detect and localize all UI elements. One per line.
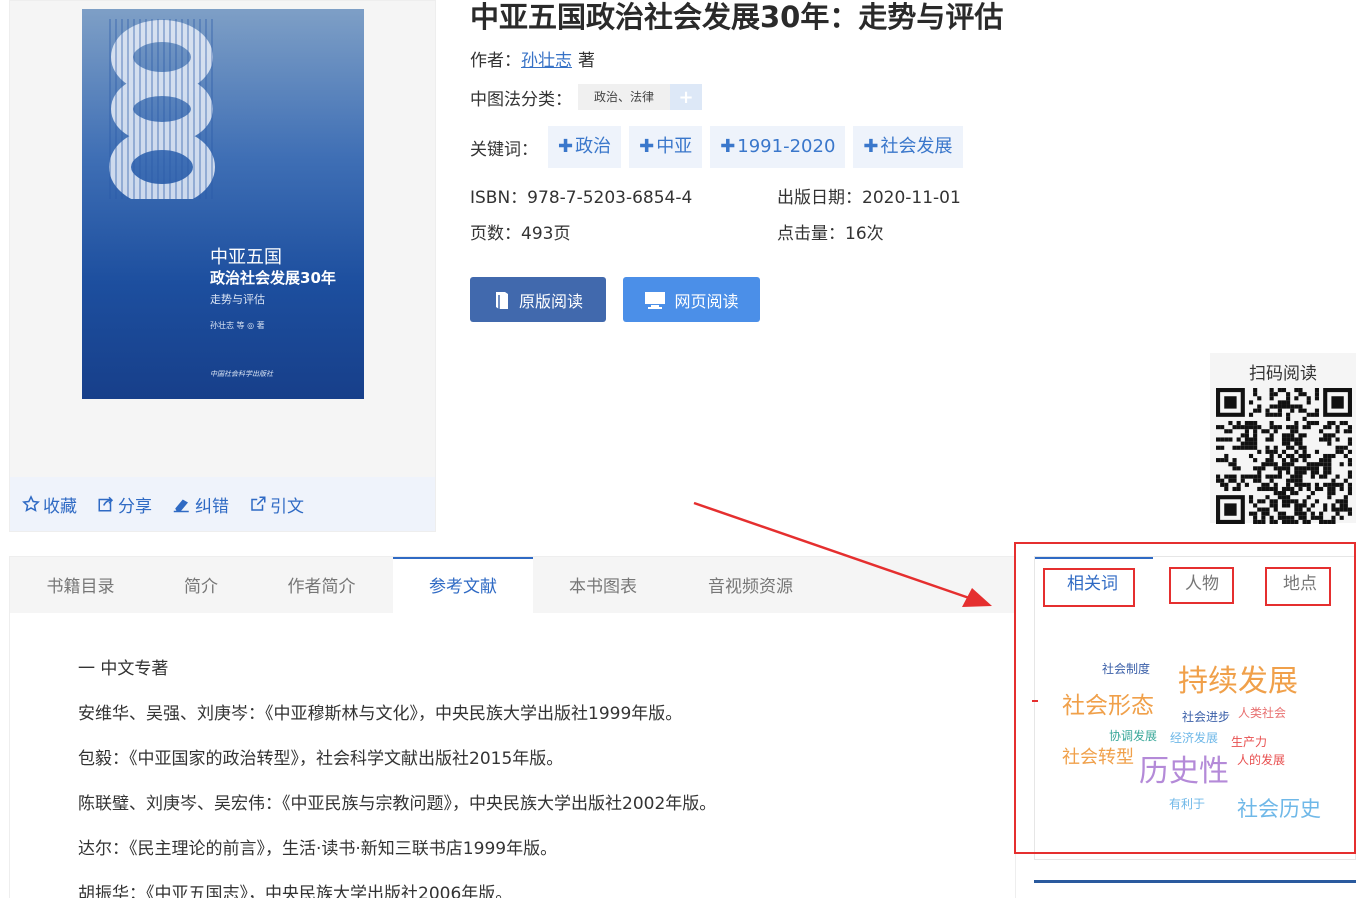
plus-icon: ✚ — [863, 136, 879, 157]
tab-bar: 书籍目录 简介 作者简介 参考文献 本书图表 音视频资源 — [10, 557, 1015, 613]
keywords-row: 关键词： ✚ 政治 ✚ 中亚 ✚ 1991-2020 ✚ 社会发展 — [470, 126, 963, 168]
isbn-text: ISBN：978-7-5203-6854-4 — [470, 188, 693, 208]
keywords-label: 关键词： — [470, 139, 538, 160]
eraser-icon — [173, 499, 189, 513]
original-read-button[interactable]: 原版阅读 — [470, 277, 606, 322]
keyword-tag[interactable]: ✚ 政治 — [548, 126, 622, 168]
tab-author-intro[interactable]: 作者简介 — [251, 557, 392, 613]
classification-tag[interactable]: 政治、法律 — [578, 84, 671, 110]
clicks-text: 点击量：16次 — [777, 224, 884, 244]
book-icon — [495, 291, 508, 309]
qr-label: 扫码阅读 — [1249, 364, 1317, 384]
reference-item: 陈联璧、刘庚岑、吴宏伟：《中亚民族与宗教问题》，中央民族大学出版社2002年版。 — [78, 794, 717, 814]
action-bar: 收藏 分享 纠错 引文 — [10, 477, 435, 531]
tab-media[interactable]: 音视频资源 — [673, 557, 828, 613]
qr-code-image — [1216, 388, 1352, 524]
cover-title-line3: 走势与评估 — [210, 293, 265, 306]
detail-tabs-section: 书籍目录 简介 作者简介 参考文献 本书图表 音视频资源 一 中文专著 安维华、… — [9, 556, 1016, 898]
tab-intro[interactable]: 简介 — [151, 557, 251, 613]
book-cover-panel: 中亚五国 政治社会发展30年 走势与评估 孙壮志 等 ◎ 著 中国社会科学出版社… — [9, 0, 436, 532]
correction-button[interactable]: 纠错 — [172, 492, 229, 517]
reference-item: 胡振华：《中亚五国志》，中央民族大学出版社2006年版。 — [78, 884, 513, 898]
tab-toc[interactable]: 书籍目录 — [10, 557, 151, 613]
highlight-box-places — [1265, 567, 1331, 606]
author-link[interactable]: 孙壮志 — [521, 46, 572, 71]
star-icon — [22, 495, 40, 512]
author-suffix: 著 — [578, 51, 595, 71]
plus-icon: ✚ — [639, 136, 655, 157]
cover-publisher: 中国社会科学出版社 — [210, 370, 273, 378]
book-title: 中亚五国政治社会发展30年：走势与评估 — [470, 0, 1004, 34]
plus-icon: ✚ — [558, 136, 574, 157]
qr-panel: 扫码阅读 — [1210, 353, 1356, 524]
favorite-label: 收藏 — [43, 496, 77, 517]
web-read-button[interactable]: 网页阅读 — [623, 277, 760, 322]
favorite-button[interactable]: 收藏 — [22, 492, 77, 517]
author-row: 作者： 孙壮志 著 — [470, 46, 595, 71]
correction-label: 纠错 — [195, 496, 229, 517]
keyword-tag[interactable]: ✚ 中亚 — [629, 126, 703, 168]
author-label: 作者： — [470, 51, 521, 71]
web-read-label: 网页阅读 — [674, 291, 739, 311]
external-link-icon — [251, 496, 266, 511]
tab-references[interactable]: 参考文献 — [393, 557, 533, 613]
reference-item: 达尔：《民主理论的前言》，生活·读书·新知三联书店1999年版。 — [78, 839, 558, 859]
cover-title-line1: 中亚五国 — [210, 247, 282, 268]
references-list: 一 中文专著 安维华、吴强、刘庚岑：《中亚穆斯林与文化》，中央民族大学出版社19… — [78, 647, 716, 898]
share-icon — [98, 496, 114, 512]
cover-title-line2: 政治社会发展30年 — [210, 269, 336, 287]
highlight-box-related-words — [1043, 568, 1135, 607]
reference-item: 包毅：《中亚国家的政治转型》，社会科学文献出版社2015年版。 — [78, 749, 564, 769]
classification-add-button[interactable]: + — [670, 84, 703, 110]
reference-section-heading: 一 中文专著 — [78, 659, 169, 679]
keyword-tag[interactable]: ✚ 1991-2020 — [710, 126, 846, 168]
reference-item: 安维华、吴强、刘庚岑：《中亚穆斯林与文化》，中央民族大学出版社1999年版。 — [78, 704, 683, 724]
tab-charts[interactable]: 本书图表 — [533, 557, 673, 613]
share-label: 分享 — [118, 496, 152, 517]
plus-icon: ✚ — [720, 136, 736, 157]
highlight-box-people — [1169, 567, 1234, 604]
book-cover-image: 中亚五国 政治社会发展30年 走势与评估 孙壮志 等 ◎ 著 中国社会科学出版社 — [82, 9, 364, 399]
cover-number-graphic — [109, 19, 215, 199]
panel-divider — [1034, 880, 1356, 883]
classification-row: 中图法分类： 政治、法律 + — [470, 84, 703, 110]
cite-label: 引文 — [270, 496, 304, 517]
monitor-icon — [645, 291, 666, 309]
original-read-label: 原版阅读 — [518, 291, 583, 311]
share-button[interactable]: 分享 — [97, 492, 152, 517]
cite-button[interactable]: 引文 — [249, 492, 304, 517]
classification-label: 中图法分类： — [470, 89, 572, 110]
pages-text: 页数：493页 — [470, 224, 571, 244]
keyword-tag[interactable]: ✚ 社会发展 — [853, 126, 963, 168]
pub-date-text: 出版日期：2020-11-01 — [777, 188, 961, 208]
cover-author: 孙壮志 等 ◎ 著 — [210, 321, 265, 330]
